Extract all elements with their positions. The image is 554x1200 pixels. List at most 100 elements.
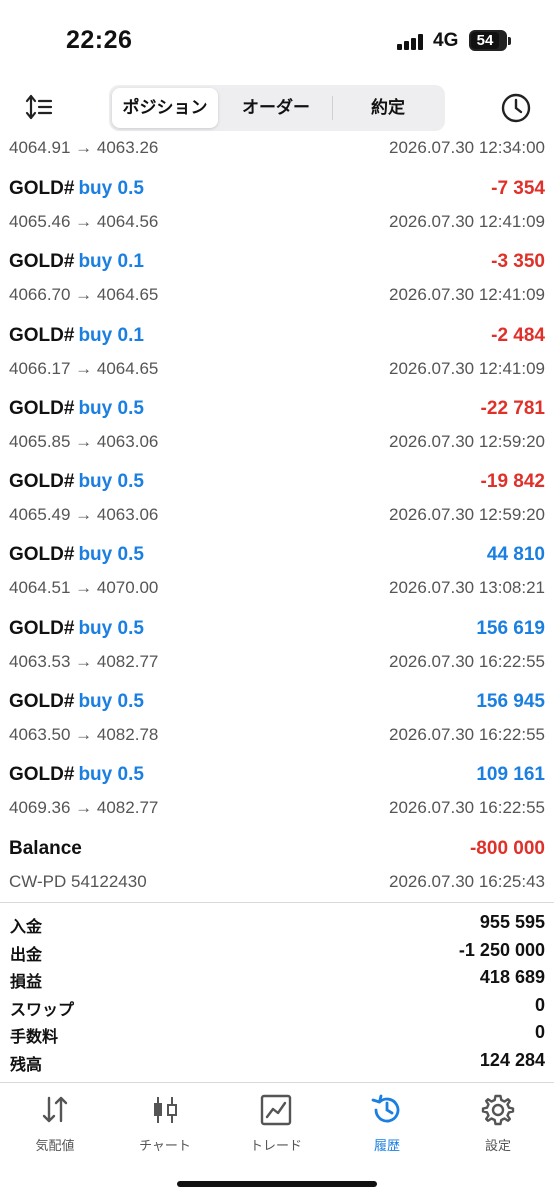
deal-side: buy 0.5 bbox=[78, 178, 144, 199]
deal-symbol: Balance bbox=[9, 837, 82, 859]
deal-datetime: 2026.07.30 16:22:55 bbox=[389, 798, 545, 818]
deal-symbol: GOLD# bbox=[9, 397, 75, 419]
gear-icon bbox=[481, 1094, 515, 1126]
tab-history[interactable]: 履歴 bbox=[332, 1093, 442, 1154]
deal-profit: 109 161 bbox=[476, 764, 545, 786]
deal-symbol: GOLD# bbox=[9, 544, 75, 566]
deal-profit: -22 781 bbox=[480, 397, 545, 419]
summary-label: スワップ bbox=[10, 999, 75, 1019]
tab-label: 気配値 bbox=[35, 1139, 75, 1154]
tab-trade[interactable]: トレード bbox=[221, 1093, 331, 1154]
deal-prices: 4063.50 → 4082.78 bbox=[9, 725, 159, 745]
tab-label: トレード bbox=[249, 1139, 302, 1154]
deal-symbol: GOLD# bbox=[9, 178, 75, 199]
deal-datetime: 2026.07.30 16:22:55 bbox=[389, 725, 545, 745]
summary-value: 124 284 bbox=[479, 1049, 545, 1070]
deal-side: buy 0.5 bbox=[78, 691, 144, 713]
quotes-arrows-icon bbox=[42, 1096, 68, 1123]
sort-icon[interactable] bbox=[24, 92, 54, 122]
deal-symbol: GOLD# bbox=[9, 691, 75, 713]
deal-datetime: 2026.07.30 12:41:09 bbox=[389, 358, 545, 378]
status-time: 22:26 bbox=[66, 26, 133, 54]
tab-settings[interactable]: 設定 bbox=[443, 1093, 553, 1154]
account-summary: 入金 955 595 出金 -1 250 000 損益 418 689 スワップ… bbox=[0, 910, 554, 1076]
deal-side: buy 0.5 bbox=[78, 397, 144, 419]
summary-value: 418 689 bbox=[479, 967, 545, 988]
summary-label: 残高 bbox=[10, 1054, 43, 1074]
deal-datetime: 2026.07.30 16:25:43 bbox=[389, 871, 545, 891]
clock-icon[interactable] bbox=[500, 92, 532, 124]
tab-label: 履歴 bbox=[373, 1139, 400, 1154]
summary-row-balance: 残高 124 284 bbox=[0, 1048, 554, 1076]
segmented-control: ポジション オーダー 約定 bbox=[109, 85, 445, 131]
home-indicator bbox=[177, 1181, 377, 1187]
deal-side: buy 0.5 bbox=[78, 544, 144, 566]
deal-prices: 4066.17 → 4064.65 bbox=[9, 358, 159, 378]
deal-symbol: GOLD# bbox=[9, 764, 75, 786]
network-type: 4G bbox=[433, 30, 459, 51]
tab-orders[interactable]: オーダー bbox=[221, 88, 331, 128]
deal-datetime: 2026.07.30 12:34:00 bbox=[389, 138, 545, 157]
deal-prices: 4069.36 → 4082.77 bbox=[9, 798, 159, 818]
list-item[interactable]: GOLD# buy 0.1 -2 484 4066.17 → 4064.65 2026.… bbox=[0, 313, 554, 386]
deal-side: buy 0.5 bbox=[78, 617, 144, 639]
deal-profit: -19 842 bbox=[480, 471, 545, 493]
deal-profit: 156 619 bbox=[476, 617, 545, 639]
list-item[interactable]: GOLD# buy 0.5 44 810 4064.51 → 4070.00 2026.… bbox=[0, 532, 554, 605]
summary-divider bbox=[0, 902, 554, 903]
list-item[interactable]: GOLD# buy 0.5 156 945 4063.50 → 4082.78 2026… bbox=[0, 679, 554, 752]
summary-label: 出金 bbox=[10, 944, 43, 964]
deal-profit: -3 350 bbox=[491, 251, 545, 273]
deal-datetime: 2026.07.30 12:41:09 bbox=[389, 285, 545, 305]
list-item[interactable]: Balance -800 000 CW-PD 54122430 2026.07.30 … bbox=[0, 826, 554, 899]
summary-row-profit: 損益 418 689 bbox=[0, 965, 554, 993]
top-nav: ポジション オーダー 約定 bbox=[0, 82, 554, 134]
list-item[interactable]: GOLD# buy 0.5 -22 781 4065.85 → 4063.06 2026… bbox=[0, 386, 554, 459]
deal-prices: 4064.51 → 4070.00 bbox=[9, 578, 159, 598]
list-item[interactable]: 4064.91 → 4063.26 2026.07.30 12:34:00 bbox=[0, 134, 554, 166]
tab-positions[interactable]: ポジション bbox=[112, 88, 218, 128]
summary-value: 0 bbox=[534, 1022, 545, 1043]
deal-side: buy 0.5 bbox=[78, 764, 144, 786]
summary-label: 入金 bbox=[10, 917, 43, 936]
list-item[interactable]: GOLD# buy 0.5 109 161 4069.36 → 4082.77 2026… bbox=[0, 752, 554, 825]
tab-label: 設定 bbox=[484, 1139, 511, 1154]
deal-profit: -800 000 bbox=[469, 837, 545, 859]
tab-deals[interactable]: 約定 bbox=[334, 88, 442, 128]
list-item[interactable]: GOLD# buy 0.1 -3 350 4066.70 → 4064.65 2026.… bbox=[0, 239, 554, 312]
deal-datetime: 2026.07.30 12:41:09 bbox=[389, 212, 545, 231]
list-item[interactable]: GOLD# buy 0.5 -19 842 4065.49 → 4063.06 2026… bbox=[0, 459, 554, 532]
deal-profit: 156 945 bbox=[476, 691, 545, 713]
summary-label: 損益 bbox=[10, 972, 43, 992]
deal-side: buy 0.1 bbox=[78, 251, 144, 273]
deal-profit: -2 484 bbox=[491, 324, 545, 346]
tab-label: チャート bbox=[139, 1139, 191, 1154]
deal-prices: 4064.91 → 4063.26 bbox=[9, 138, 159, 157]
deal-datetime: 2026.07.30 12:59:20 bbox=[389, 431, 545, 451]
list-item[interactable]: GOLD# buy 0.5 156 619 4063.53 → 4082.77 2026… bbox=[0, 606, 554, 679]
summary-row-commission: 手数料 0 bbox=[0, 1020, 554, 1048]
summary-value: -1 250 000 bbox=[458, 939, 545, 960]
deal-prices: 4066.70 → 4064.65 bbox=[9, 285, 159, 305]
deals-list: 4064.91 → 4063.26 2026.07.30 12:34:00 GO… bbox=[0, 134, 554, 899]
deal-symbol: GOLD# bbox=[9, 251, 75, 273]
summary-value: 0 bbox=[534, 994, 545, 1015]
tab-bar: 気配値 チャート トレード 履歴 設定 bbox=[0, 1083, 554, 1163]
deal-datetime: 2026.07.30 12:59:20 bbox=[389, 505, 545, 525]
deal-prices: 4065.46 → 4064.56 bbox=[9, 212, 159, 231]
battery-cap bbox=[508, 37, 511, 45]
tab-quotes[interactable]: 気配値 bbox=[0, 1093, 110, 1154]
deal-side: buy 0.1 bbox=[78, 324, 144, 346]
battery-icon: 54 bbox=[469, 30, 507, 51]
deal-profit: 44 810 bbox=[486, 544, 545, 566]
cellular-signal-icon bbox=[397, 34, 427, 50]
deal-symbol: GOLD# bbox=[9, 471, 75, 493]
candlestick-chart-icon bbox=[154, 1097, 177, 1123]
status-bar: 22:26 4G 54 bbox=[0, 0, 554, 80]
deal-profit: -7 354 bbox=[491, 178, 545, 199]
deal-datetime: 2026.07.30 13:08:21 bbox=[389, 578, 545, 598]
deal-prices: 4065.85 → 4063.06 bbox=[9, 431, 159, 451]
deal-prices: CW-PD 54122430 bbox=[9, 871, 147, 891]
tab-chart[interactable]: チャート bbox=[110, 1093, 220, 1154]
list-item[interactable]: GOLD# buy 0.5 -7 354 4065.46 → 4064.56 2026.… bbox=[0, 166, 554, 239]
